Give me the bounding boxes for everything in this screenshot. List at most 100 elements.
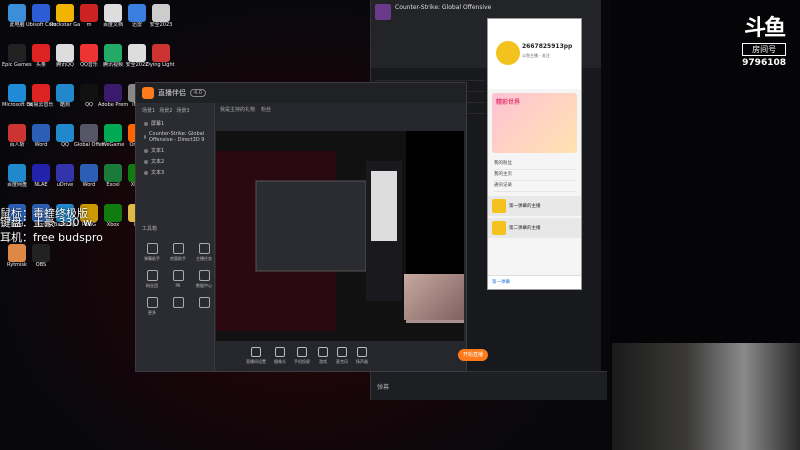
phone-icon — [297, 347, 307, 357]
desktop-icon-label: Dying Light 2 — [146, 62, 176, 68]
phone-cast-label: 手机投屏 — [294, 359, 310, 364]
app-icon — [56, 44, 74, 62]
room-settings-button[interactable]: 直播间设置 — [246, 347, 266, 365]
profile-card[interactable]: 2667825913pp 斗鱼主播 · 关注 精彩世界 我的粉丝 我的主页 通讯… — [487, 18, 582, 290]
tool-icon — [172, 297, 184, 308]
mic-button[interactable]: 麦克风 — [336, 347, 348, 365]
tool-icon — [172, 270, 184, 281]
version-badge: 4.0 — [190, 89, 206, 97]
desktop-icon[interactable]: 安全2023 — [146, 4, 176, 40]
center-tabs: 我是主持的礼物 粉丝 — [216, 103, 464, 115]
game-button[interactable]: 游戏 — [318, 347, 328, 365]
desktop-icon[interactable]: Dying Light 2 — [146, 44, 176, 80]
menu-item-fans[interactable]: 我的粉丝 — [494, 159, 575, 170]
camera-button[interactable]: 摄像头 — [274, 347, 286, 365]
app-icon — [104, 164, 122, 182]
room-settings-label: 直播间设置 — [246, 359, 266, 364]
list-item[interactable]: 第二弹幕的主播 — [488, 218, 581, 238]
app-icon — [152, 44, 170, 62]
douyu-watermark: 斗鱼 房间号 9796108 — [742, 10, 786, 68]
banner-title: 精彩世界 — [496, 99, 521, 106]
watermark-logo: 斗鱼 — [744, 16, 786, 41]
menu-item-records[interactable]: 通讯记录 — [494, 181, 575, 192]
tab-fans[interactable]: 粉丝 — [261, 106, 271, 113]
eye-icon[interactable] — [144, 159, 148, 164]
tool-button[interactable]: 更多 — [140, 297, 164, 316]
mic-label: 麦克风 — [336, 359, 348, 364]
tab-scene-3[interactable]: 场景3 — [176, 107, 189, 114]
streaming-app-window[interactable]: 直播伴侣 4.0 场景1 场景2 场景3 屏幕1 Counter-Strike:… — [135, 82, 488, 372]
list-item-label: 第二弹幕的主播 — [509, 226, 541, 231]
source-item[interactable]: 文本1 — [136, 145, 214, 156]
profile-footer[interactable]: 第一弹幕 — [488, 275, 581, 289]
desktop-icon-label: OBS — [35, 262, 47, 268]
streamer-avatar-icon — [492, 199, 506, 213]
tool-button[interactable]: 主播任务 — [192, 243, 216, 262]
eye-icon[interactable] — [144, 121, 148, 126]
app-icon — [104, 84, 122, 102]
center-panel: 我是主持的礼物 粉丝 直播间设置 摄像头 手机投屏 游戏 麦克风 扬声器 开始直… — [216, 103, 488, 371]
app-icon — [80, 4, 98, 22]
list-item[interactable]: 第一弹幕的主播 — [488, 196, 581, 216]
eye-icon[interactable] — [144, 148, 148, 153]
left-panel: 场景1 场景2 场景3 屏幕1 Counter-Strike: Global O… — [136, 103, 215, 371]
tool-icon — [198, 297, 210, 308]
app-icon — [80, 84, 98, 102]
tool-button[interactable]: 粉丝团 — [140, 270, 164, 289]
gamepad-icon — [318, 347, 328, 357]
overlay-headphone-line: 耳机：free budspro — [0, 231, 103, 244]
tab-scene-2[interactable]: 场景2 — [159, 107, 172, 114]
profile-sub: 斗鱼主播 · 关注 — [522, 53, 550, 58]
tool-button[interactable]: 房管助手 — [166, 243, 190, 262]
app-icon — [80, 124, 98, 142]
tool-label: PK — [175, 283, 181, 288]
desktop-icon[interactable]: OBS — [26, 244, 56, 280]
start-stream-button[interactable]: 开始直播 — [458, 349, 488, 361]
tool-button[interactable] — [166, 297, 190, 316]
app-icon — [8, 4, 26, 22]
source-label: 文本2 — [151, 159, 165, 165]
tool-button[interactable]: PK — [166, 270, 190, 289]
camera-label: 摄像头 — [274, 359, 286, 364]
camera-icon — [275, 347, 285, 357]
app-icon — [32, 244, 50, 262]
phone-cast-button[interactable]: 手机投屏 — [294, 347, 310, 365]
tool-button[interactable]: 弹幕助手 — [140, 243, 164, 262]
source-item[interactable]: 文本3 — [136, 167, 214, 178]
room-number: 9796108 — [742, 58, 786, 68]
tool-button[interactable] — [192, 297, 216, 316]
source-item[interactable]: 文本2 — [136, 156, 214, 167]
profile-menu: 我的粉丝 我的主页 通讯记录 — [488, 157, 581, 194]
tools-header: 工具箱 — [142, 226, 158, 232]
tab-gift[interactable]: 我是主持的礼物 — [220, 106, 255, 113]
app-icon — [8, 44, 26, 62]
eye-icon[interactable] — [144, 170, 148, 175]
source-item[interactable]: 屏幕1 — [136, 118, 214, 129]
tool-button[interactable]: 数据中心 — [192, 270, 216, 289]
chat-input[interactable]: 弹幕 — [371, 371, 607, 400]
game-avatar-icon — [375, 4, 391, 20]
tool-label: 更多 — [148, 310, 156, 315]
app-icon — [8, 164, 26, 182]
tool-label: 弹幕助手 — [144, 256, 160, 261]
menu-item-home[interactable]: 我的主页 — [494, 170, 575, 181]
app-icon — [80, 44, 98, 62]
profile-banner[interactable]: 精彩世界 — [492, 93, 577, 153]
list-item-label: 第一弹幕的主播 — [509, 204, 541, 209]
app-icon — [56, 164, 74, 182]
app-icon — [128, 44, 146, 62]
source-label: 文本3 — [151, 170, 165, 176]
tab-scene-1[interactable]: 场景1 — [142, 107, 155, 114]
video-thumbnail — [404, 274, 464, 320]
chat-row — [375, 70, 485, 81]
avatar[interactable] — [496, 41, 520, 65]
speaker-button[interactable]: 扬声器 — [356, 347, 368, 365]
microphone-icon — [337, 347, 347, 357]
eye-icon[interactable] — [144, 135, 147, 139]
app-icon — [104, 44, 122, 62]
source-item[interactable]: Counter-Strike: Global Offensive - Direc… — [136, 129, 214, 145]
app-icon — [56, 84, 74, 102]
tool-icon — [146, 270, 158, 281]
app-icon — [32, 164, 50, 182]
app-icon — [104, 4, 122, 22]
